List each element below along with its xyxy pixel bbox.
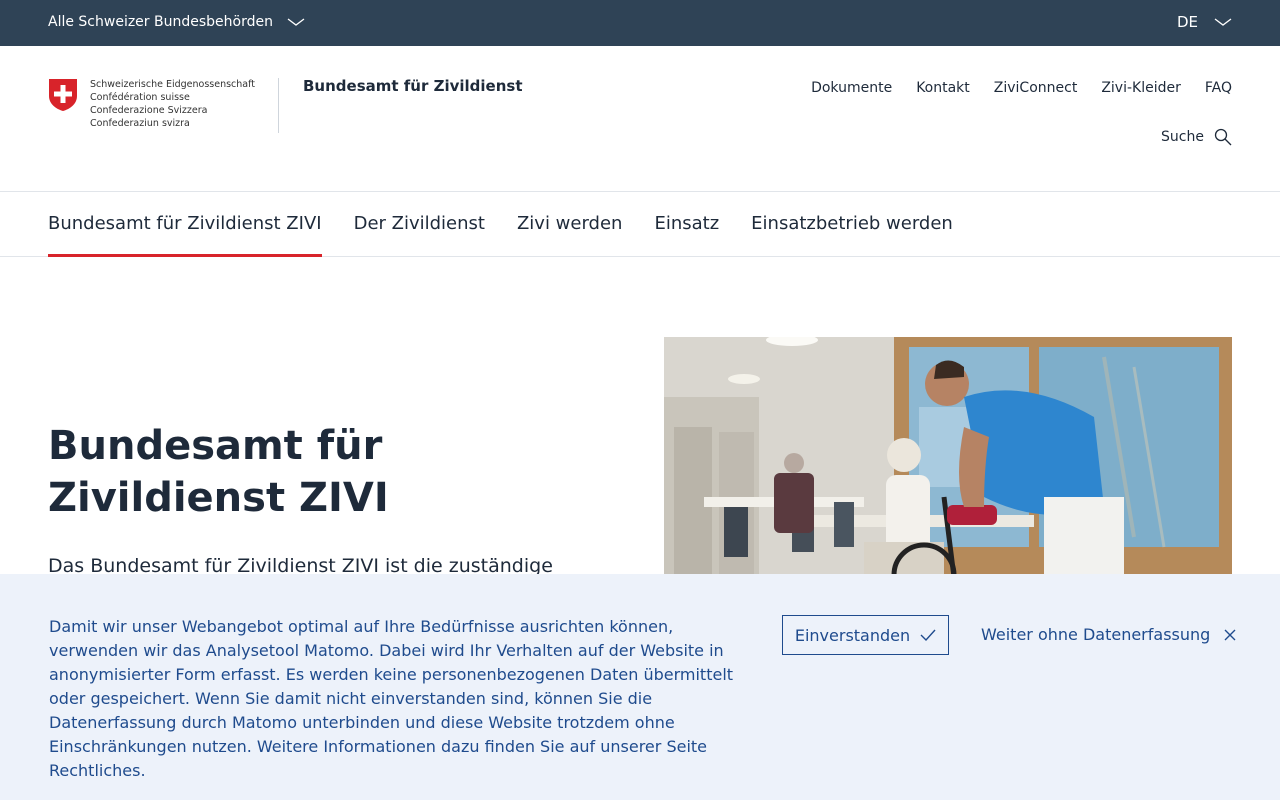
main-navigation: Bundesamt für Zivildienst ZIVI Der Zivil… bbox=[0, 192, 1280, 257]
decline-button-label: Weiter ohne Datenerfassung bbox=[981, 625, 1211, 644]
cookie-banner: Damit wir unser Webangebot optimal auf I… bbox=[0, 574, 1280, 800]
cookie-banner-text: Damit wir unser Webangebot optimal auf I… bbox=[49, 617, 734, 780]
decline-tracking-button[interactable]: Weiter ohne Datenerfassung bbox=[981, 625, 1236, 644]
all-authorities-dropdown[interactable]: Alle Schweizer Bundesbehörden bbox=[48, 14, 305, 30]
hero-image bbox=[664, 337, 1232, 577]
logo-line: Confederaziun svizra bbox=[90, 118, 190, 129]
search-label: Suche bbox=[1161, 129, 1204, 145]
logo-line: Schweizerische Eidgenossenschaft bbox=[90, 79, 256, 90]
federal-logo[interactable]: Schweizerische Eidgenossenschaft Confédé… bbox=[48, 78, 255, 130]
chevron-down-icon bbox=[1214, 18, 1232, 26]
hero-photo bbox=[664, 337, 1232, 577]
language-selector[interactable]: DE bbox=[1177, 13, 1232, 31]
top-bar: Alle Schweizer Bundesbehörden DE bbox=[0, 0, 1280, 46]
meta-link-ziviconnect[interactable]: ZiviConnect bbox=[994, 80, 1078, 96]
meta-navigation: Dokumente Kontakt ZiviConnect Zivi-Kleid… bbox=[811, 80, 1232, 96]
meta-link-kontakt[interactable]: Kontakt bbox=[916, 80, 970, 96]
language-label: DE bbox=[1176, 13, 1198, 31]
page-title: Bundesamt für Zivildienst ZIVI bbox=[48, 423, 389, 521]
logo-divider bbox=[278, 78, 279, 133]
chevron-down-icon bbox=[287, 18, 305, 26]
nav-item-der-zivildienst[interactable]: Der Zivildienst bbox=[354, 192, 485, 256]
nav-item-einsatzbetrieb-werden[interactable]: Einsatzbetrieb werden bbox=[751, 192, 953, 256]
site-header: Schweizerische Eidgenossenschaft Confédé… bbox=[0, 46, 1280, 192]
nav-item-zivi-werden[interactable]: Zivi werden bbox=[517, 192, 623, 256]
all-authorities-label: Alle Schweizer Bundesbehörden bbox=[48, 14, 273, 30]
accept-tracking-button[interactable]: Einverstanden bbox=[782, 615, 949, 655]
swiss-cross-icon bbox=[49, 79, 77, 111]
nav-item-einsatz[interactable]: Einsatz bbox=[654, 192, 719, 256]
logo-line: Confédération suisse bbox=[90, 92, 190, 103]
search-icon bbox=[1214, 128, 1232, 146]
logo-line: Confederazione Svizzera bbox=[90, 105, 208, 116]
logo-text: Schweizerische Eidgenossenschaft Confédé… bbox=[90, 78, 255, 130]
meta-link-faq[interactable]: FAQ bbox=[1205, 80, 1232, 96]
meta-link-dokumente[interactable]: Dokumente bbox=[811, 80, 892, 96]
close-icon bbox=[1224, 629, 1236, 640]
office-name[interactable]: Bundesamt für Zivildienst bbox=[303, 77, 523, 95]
meta-link-zivi-kleider[interactable]: Zivi-Kleider bbox=[1101, 80, 1181, 96]
accept-button-label: Einverstanden bbox=[794, 625, 911, 645]
check-icon bbox=[920, 629, 936, 641]
nav-item-zivi[interactable]: Bundesamt für Zivildienst ZIVI bbox=[48, 192, 322, 257]
search-button[interactable]: Suche bbox=[1161, 128, 1232, 146]
